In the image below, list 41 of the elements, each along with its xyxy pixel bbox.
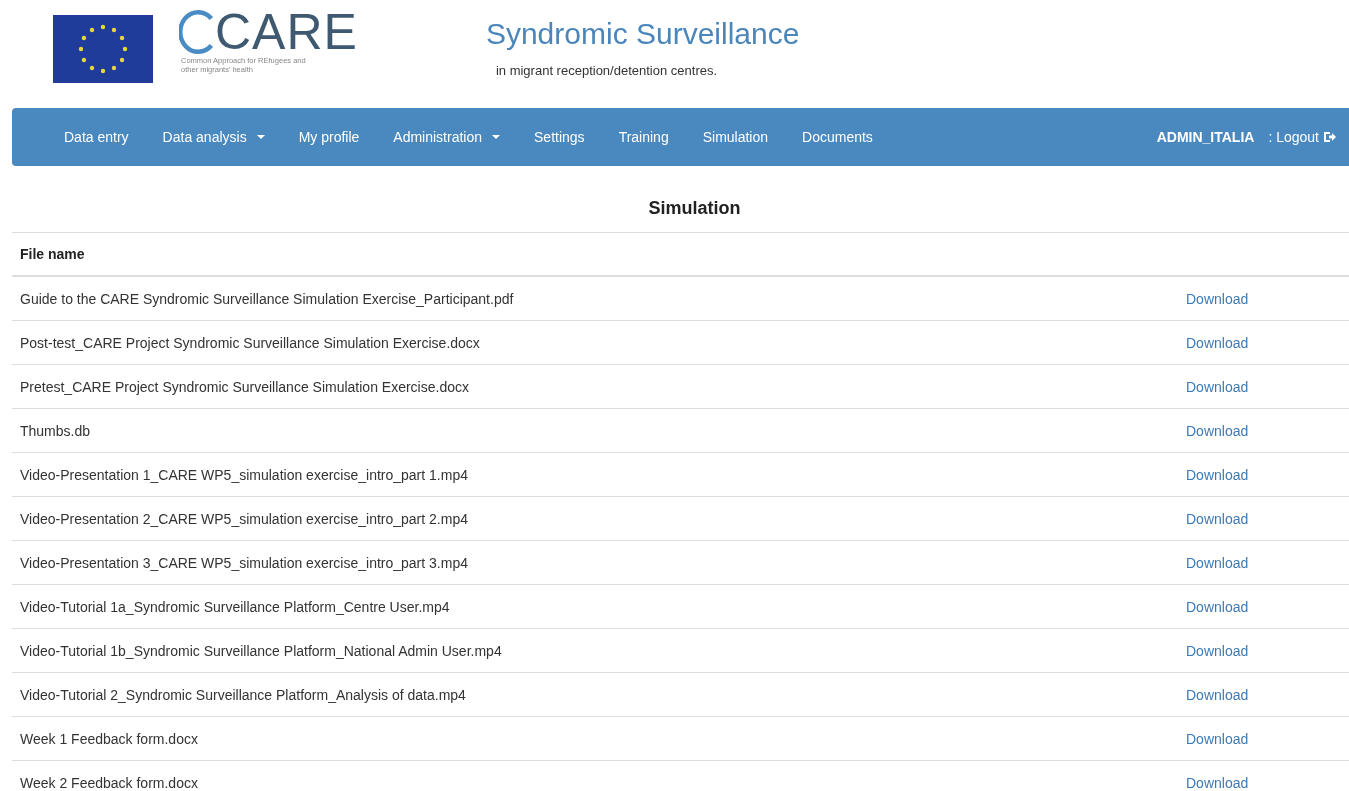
table-cell: Video-Presentation 2_CARE WP5_simulation exercise_intro_part 2.mp4 <box>12 496 1178 541</box>
site-subtitle: in migrant reception/detention centres. <box>495 63 719 78</box>
table-cell: Video-Tutorial 1a_Syndromic Surveillance Platform_Centre User.mp4 <box>12 584 1178 629</box>
nav-link[interactable]: My profile <box>281 129 377 145</box>
nav-link[interactable]: Settings <box>517 129 602 145</box>
download-link[interactable]: Download <box>1186 554 1249 571</box>
nav-dropdown[interactable]: Administration <box>376 129 518 145</box>
nav-link[interactable]: Data entry <box>52 129 146 145</box>
download-link[interactable]: Download <box>1186 290 1249 307</box>
download-link[interactable]: Download <box>1186 334 1249 351</box>
table-cell: Thumbs.db <box>12 408 1178 453</box>
nav-link[interactable]: Documents <box>785 129 890 145</box>
table-cell: Post-test_CARE Project Syndromic Surveillance Simulation Exercise.docx <box>12 320 1178 365</box>
download-link[interactable]: Download <box>1186 774 1249 791</box>
table-cell: Pretest_CARE Project Syndromic Surveillance Simulation Exercise.docx <box>12 364 1178 409</box>
download-link[interactable]: Download <box>1186 378 1249 395</box>
table-cell: Video-Presentation 1_CARE WP5_simulation exercise_intro_part 1.mp4 <box>12 452 1178 497</box>
nav-dropdown[interactable]: Data analysis <box>145 129 282 145</box>
table-cell: Video-Presentation 3_CARE WP5_simulation exercise_intro_part 3.mp4 <box>12 540 1178 585</box>
download-link[interactable]: Download <box>1186 422 1249 439</box>
download-link[interactable]: Download <box>1186 686 1249 703</box>
logout-icon[interactable] <box>1323 130 1337 144</box>
table-cell: Video-Tutorial 2_Syndromic Surveillance Platform_Analysis of data.mp4 <box>12 672 1178 717</box>
download-link[interactable]: Download <box>1186 466 1249 483</box>
eu-flag-icon <box>53 15 153 83</box>
table-cell: Week 1 Feedback form.docx <box>12 716 1178 761</box>
username: ADMIN_ITALIA <box>1156 129 1255 145</box>
site-title: Syndromic Surveillance <box>485 17 800 51</box>
table-cell: Video-Tutorial 1b_Syndromic Surveillance Platform_National Admin User.mp4 <box>12 628 1178 673</box>
table-cell: Week 2 Feedback form.docx <box>12 760 1178 791</box>
nav-link[interactable]: Simulation <box>685 129 786 145</box>
download-link[interactable]: Download <box>1186 510 1249 527</box>
table-cell: Guide to the CARE Syndromic Surveillance Simulation Exercise_Participant.pdf <box>12 276 1178 321</box>
page-title: Simulation <box>647 198 742 219</box>
download-link[interactable]: Download <box>1186 598 1249 615</box>
logo-text: CARE <box>215 9 358 55</box>
download-link[interactable]: Download <box>1186 730 1249 747</box>
column-header: File name <box>12 232 1178 276</box>
nav-link[interactable]: Training <box>601 129 686 145</box>
download-link[interactable]: Download <box>1186 642 1249 659</box>
logout-link[interactable]: : Logout <box>1268 129 1319 145</box>
